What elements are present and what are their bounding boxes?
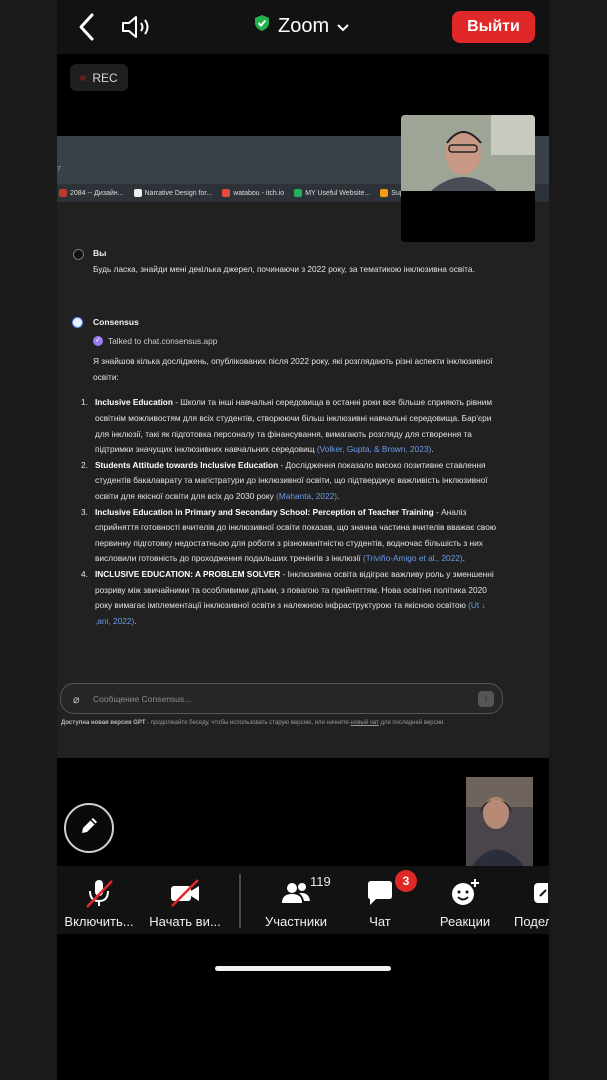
bookmark-item: 2084 -- Дизайн... bbox=[59, 189, 124, 197]
message-input[interactable]: ⌀ Сообщение Consensus... ↑ bbox=[60, 683, 503, 714]
footer-note: Доступна новая версия GPT - продолжайте … bbox=[61, 720, 446, 726]
consensus-logo-icon bbox=[72, 317, 83, 328]
left-margin bbox=[0, 0, 57, 1080]
reactions-label: Реакции bbox=[439, 914, 491, 929]
tool-call[interactable]: ✓ Talked to chat.consensus.app bbox=[93, 334, 503, 350]
participants-label: Участники bbox=[264, 914, 328, 929]
mic-label: Включить... bbox=[64, 914, 134, 929]
toolbar-divider bbox=[239, 874, 241, 928]
chat-icon bbox=[363, 876, 397, 910]
share-icon bbox=[514, 876, 548, 910]
app-title: Zoom bbox=[278, 14, 330, 37]
user-message: Вы Будь ласка, знайди мені декілька джер… bbox=[93, 246, 503, 277]
record-dot-icon bbox=[80, 74, 87, 81]
video-off-icon bbox=[168, 876, 202, 910]
bookmark-item: MY Useful Website... bbox=[294, 189, 370, 197]
self-video[interactable] bbox=[466, 777, 533, 866]
participant-video-frame bbox=[401, 115, 535, 191]
leave-button[interactable]: Выйти bbox=[452, 11, 535, 43]
right-margin bbox=[549, 0, 607, 1080]
chat-label: Чат bbox=[369, 914, 391, 929]
chat-button[interactable]: Чат bbox=[360, 866, 400, 934]
chevron-down-icon bbox=[337, 15, 349, 38]
video-label: Начать ви... bbox=[149, 914, 221, 929]
bot-name: Consensus bbox=[93, 317, 139, 327]
user-name: Вы bbox=[93, 248, 107, 258]
shield-check-icon bbox=[254, 14, 270, 38]
home-indicator[interactable] bbox=[215, 966, 391, 971]
citation-link[interactable]: (Mahanta, 2022) bbox=[276, 491, 337, 501]
list-item: 1. Inclusive Education - Школи та інші на… bbox=[81, 397, 493, 455]
citation-link[interactable]: (Volker, Gupta, & Brown, 2023) bbox=[317, 444, 431, 454]
list-item: 2. Students Attitude towards Inclusive Ed… bbox=[81, 459, 488, 501]
chat-badge: 3 bbox=[395, 870, 417, 892]
mic-off-icon bbox=[82, 876, 116, 910]
new-chat-link[interactable]: новый чат bbox=[351, 720, 379, 726]
video-button[interactable]: Начать ви... bbox=[148, 866, 222, 934]
speaker-icon[interactable] bbox=[120, 14, 152, 40]
share-button[interactable]: Подел bbox=[514, 866, 549, 934]
input-placeholder: Сообщение Consensus... bbox=[93, 694, 192, 704]
recording-label: REC bbox=[92, 70, 118, 85]
meeting-title[interactable]: Zoom bbox=[254, 14, 349, 38]
user-text: Будь ласка, знайди мені декілька джерел,… bbox=[93, 263, 475, 274]
chevron-left-icon[interactable] bbox=[74, 12, 100, 42]
source-list: 1. Inclusive Education - Школи та інші на… bbox=[81, 395, 503, 629]
annotate-button[interactable] bbox=[64, 803, 114, 853]
list-item: 3. Inclusive Education in Primary and Sec… bbox=[81, 506, 497, 564]
participant-video[interactable] bbox=[401, 115, 535, 242]
participants-icon bbox=[279, 876, 313, 910]
pen-icon bbox=[78, 815, 100, 842]
bot-message: Consensus ✓ Talked to chat.consensus.app… bbox=[81, 315, 503, 629]
list-item: 4. INCLUSIVE EDUCATION: A PROBLEM SOLVER … bbox=[81, 568, 494, 626]
bot-intro: Я знайшов кілька досліджень, опублікован… bbox=[93, 356, 493, 382]
share-label: Подел bbox=[514, 914, 549, 929]
arrow-up-icon[interactable]: ↑ bbox=[478, 691, 494, 707]
recording-indicator: REC bbox=[70, 64, 128, 91]
reactions-button[interactable]: Реакции bbox=[438, 866, 492, 934]
reaction-icon bbox=[448, 876, 482, 910]
paperclip-icon[interactable]: ⌀ bbox=[73, 693, 80, 706]
participants-count: 119 bbox=[310, 874, 331, 889]
tool-call-label: Talked to chat.consensus.app bbox=[108, 335, 218, 346]
mic-button[interactable]: Включить... bbox=[62, 866, 136, 934]
user-avatar bbox=[73, 249, 84, 260]
bookmark-item: Narrative Design for... bbox=[133, 189, 212, 197]
address-fragment: 7 bbox=[57, 166, 61, 173]
bookmark-item: watabou - itch.io bbox=[222, 189, 284, 197]
citation-link[interactable]: (Triviño-Amigo et al., 2022) bbox=[363, 553, 463, 563]
check-icon: ✓ bbox=[93, 336, 103, 347]
